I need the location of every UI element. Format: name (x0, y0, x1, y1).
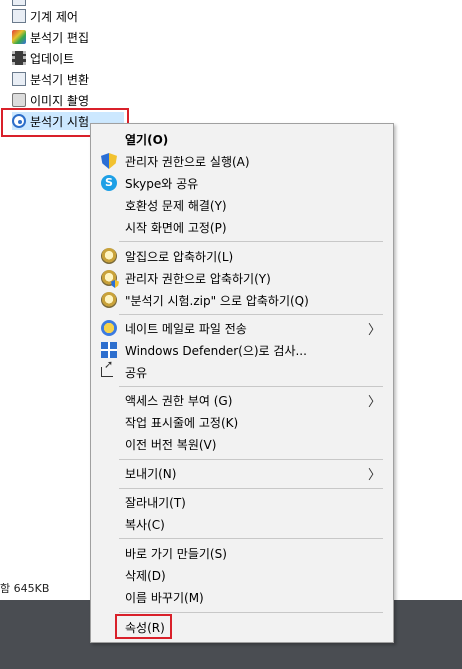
menu-label: 잘라내기(T) (125, 496, 186, 510)
menu-item-defender-scan[interactable]: Windows Defender(으)로 검사... (91, 339, 393, 361)
menu-label: 관리자 권한으로 실행(A) (125, 155, 250, 169)
menu-label: 복사(C) (125, 518, 165, 532)
context-menu: 열기(O) 관리자 권한으로 실행(A) S Skype와 공유 호환성 문제 … (90, 123, 394, 643)
color-app-icon (12, 30, 26, 44)
menu-separator (119, 241, 383, 242)
menu-label: Skype와 공유 (125, 177, 199, 191)
highlight-box-properties (115, 614, 172, 639)
file-item-machine-control[interactable]: 기계 제어 (12, 7, 78, 25)
menu-separator (119, 538, 383, 539)
menu-label: 관리자 권한으로 압축하기(Y) (125, 272, 271, 286)
uac-shield-icon (101, 153, 117, 169)
menu-label: 열기(O) (125, 133, 169, 147)
menu-item-delete[interactable]: 삭제(D) (91, 564, 393, 586)
menu-separator (119, 314, 383, 315)
menu-label: 공유 (125, 366, 148, 380)
menu-label: Windows Defender(으)로 검사... (125, 344, 307, 358)
menu-separator (119, 459, 383, 460)
alzip-icon (101, 292, 117, 308)
sheet-icon (12, 0, 26, 6)
menu-item-copy[interactable]: 복사(C) (91, 513, 393, 535)
menu-item-pin-start[interactable]: 시작 화면에 고정(P) (91, 216, 393, 238)
file-item-analyzer-edit[interactable]: 분석기 편집 (12, 28, 89, 46)
file-label: 기계 제어 (30, 9, 78, 24)
nate-mail-icon (101, 320, 117, 336)
menu-item-open[interactable]: 열기(O) (91, 128, 393, 150)
sheet-icon (12, 9, 26, 23)
menu-separator (119, 386, 383, 387)
menu-label: 알집으로 압축하기(L) (125, 250, 234, 264)
camera-icon (12, 93, 26, 107)
film-icon (12, 51, 26, 65)
alzip-icon (101, 248, 117, 264)
menu-label: 네이트 메일로 파일 전송 (125, 322, 247, 336)
file-label: 이미지 촬영 (30, 93, 90, 108)
menu-item-cut[interactable]: 잘라내기(T) (91, 491, 393, 513)
menu-item-send-to[interactable]: 보내기(N) 〉 (91, 462, 393, 484)
menu-separator (119, 612, 383, 613)
menu-item-compat-troubleshoot[interactable]: 호환성 문제 해결(Y) (91, 194, 393, 216)
file-item-update[interactable]: 업데이트 (12, 49, 74, 67)
menu-label: 액세스 권한 부여 (G) (125, 394, 233, 408)
menu-item-zip-admin[interactable]: 관리자 권한으로 압축하기(Y) (91, 267, 393, 289)
menu-item-nate-send[interactable]: 네이트 메일로 파일 전송 〉 (91, 317, 393, 339)
menu-label: 작업 표시줄에 고정(K) (125, 416, 239, 430)
status-size-text: 함 645KB (0, 582, 50, 595)
file-label: 분석기 편집 (30, 30, 90, 45)
skype-icon: S (101, 175, 117, 191)
menu-item-give-access[interactable]: 액세스 권한 부여 (G) 〉 (91, 389, 393, 411)
menu-label: 시작 화면에 고정(P) (125, 221, 227, 235)
menu-item-create-shortcut[interactable]: 바로 가기 만들기(S) (91, 542, 393, 564)
file-label: 분석기 변환 (30, 72, 90, 87)
menu-label: 이름 바꾸기(M) (125, 591, 204, 605)
windows-defender-icon (101, 342, 117, 358)
menu-label: 호환성 문제 해결(Y) (125, 199, 227, 213)
alzip-admin-icon (101, 270, 117, 286)
menu-label: 바로 가기 만들기(S) (125, 547, 227, 561)
menu-label: "분석기 시험.zip" 으로 압축하기(Q) (125, 294, 309, 308)
file-item-analyzer-convert[interactable]: 분석기 변환 (12, 70, 89, 88)
menu-label: 삭제(D) (125, 569, 166, 583)
submenu-arrow-icon: 〉 (367, 323, 381, 338)
menu-item-share[interactable]: 공유 (91, 358, 393, 383)
menu-item-restore-previous[interactable]: 이전 버전 복원(V) (91, 433, 393, 455)
menu-item-run-as-admin[interactable]: 관리자 권한으로 실행(A) (91, 150, 393, 172)
submenu-arrow-icon: 〉 (367, 468, 381, 483)
menu-label: 보내기(N) (125, 467, 177, 481)
menu-label: 이전 버전 복원(V) (125, 438, 217, 452)
menu-item-pin-taskbar[interactable]: 작업 표시줄에 고정(K) (91, 411, 393, 433)
menu-item-zip-alzip[interactable]: 알집으로 압축하기(L) (91, 245, 393, 267)
share-icon (101, 358, 113, 377)
file-label: 업데이트 (30, 51, 75, 66)
menu-item-zip-named[interactable]: "분석기 시험.zip" 으로 압축하기(Q) (91, 289, 393, 311)
file-item-image-capture[interactable]: 이미지 촬영 (12, 91, 89, 109)
submenu-arrow-icon: 〉 (367, 395, 381, 410)
menu-item-skype-share[interactable]: S Skype와 공유 (91, 172, 393, 194)
menu-separator (119, 488, 383, 489)
menu-item-rename[interactable]: 이름 바꾸기(M) (91, 586, 393, 608)
sheet-icon (12, 72, 26, 86)
